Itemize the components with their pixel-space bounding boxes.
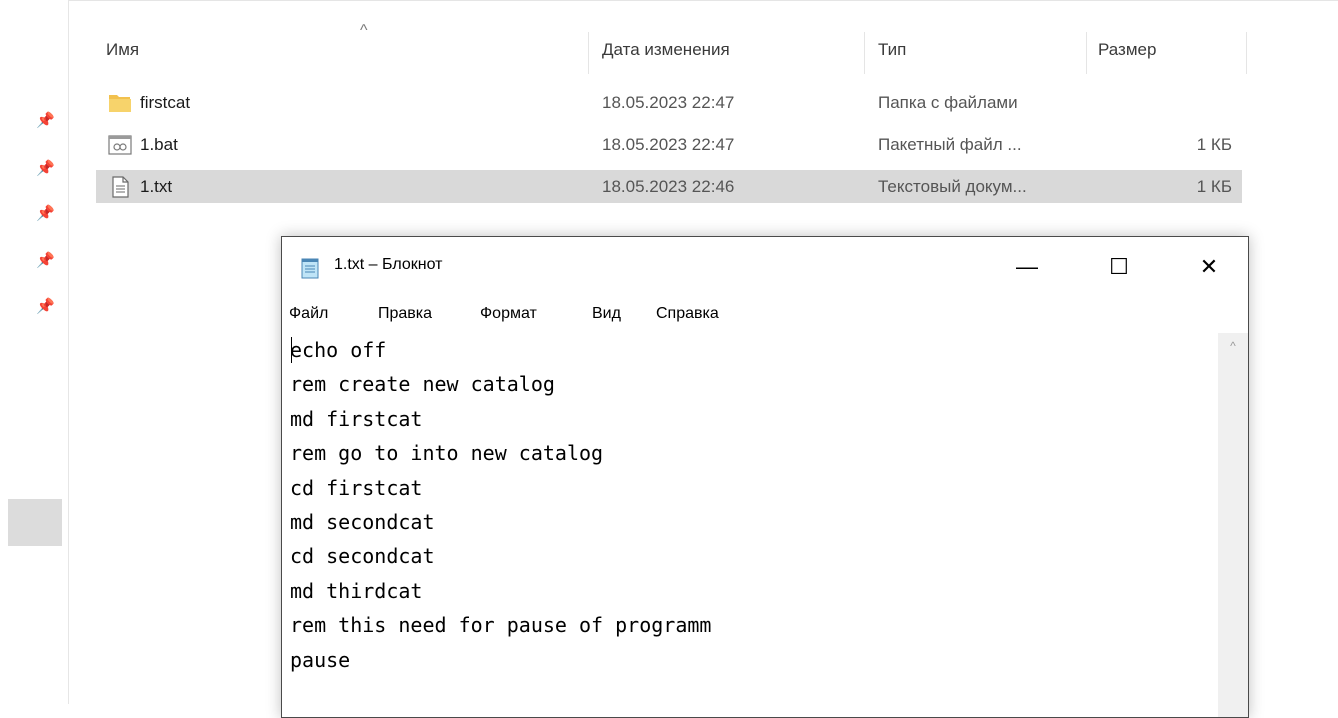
window-title: 1.txt – Блокнот — [334, 256, 443, 273]
file-size: 1 КБ — [1196, 177, 1232, 196]
text-line: cd secondcat — [290, 544, 435, 569]
pin-icon[interactable]: 📌 — [36, 161, 55, 177]
text-line: echo off — [290, 338, 387, 362]
text-editor[interactable]: echo off rem create new catalog md first… — [290, 333, 1216, 717]
top-divider — [0, 0, 1338, 11]
column-divider[interactable] — [1246, 32, 1247, 74]
file-row[interactable]: 1.txt 18.05.2023 22:46 Текстовый докум..… — [96, 170, 1242, 203]
file-name: 1.txt — [140, 177, 173, 196]
column-date[interactable]: Дата изменения — [602, 26, 730, 74]
text-file-icon — [112, 176, 129, 198]
text-caret — [291, 337, 292, 363]
column-size[interactable]: Размер — [1098, 26, 1156, 74]
file-date: 18.05.2023 22:47 — [602, 135, 735, 154]
pin-icon[interactable]: 📌 — [36, 299, 55, 315]
file-date: 18.05.2023 22:47 — [602, 93, 735, 112]
file-type: Пакетный файл ... — [878, 135, 1022, 154]
title-bar[interactable]: 1.txt – Блокнот — ☐ ✕ — [282, 237, 1248, 297]
file-row[interactable]: firstcat 18.05.2023 22:47 Папка с файлам… — [96, 86, 1242, 119]
text-line: md thirdcat — [290, 578, 423, 603]
file-row[interactable]: 1.bat 18.05.2023 22:47 Пакетный файл ...… — [96, 128, 1242, 161]
menu-edit[interactable]: Правка — [378, 299, 432, 329]
file-type: Текстовый докум... — [878, 177, 1027, 196]
menu-help[interactable]: Справка — [656, 299, 719, 329]
scroll-up-icon[interactable]: ^ — [1218, 339, 1248, 353]
menu-format[interactable]: Формат — [480, 299, 537, 329]
nav-scrollbar-thumb[interactable] — [8, 499, 62, 546]
pin-icon[interactable]: 📌 — [36, 113, 55, 129]
file-size: 1 КБ — [1196, 135, 1232, 154]
text-line: rem this need for pause of programm — [290, 613, 712, 638]
pin-icon[interactable]: 📌 — [36, 253, 55, 269]
notepad-icon — [301, 258, 319, 279]
text-line: pause — [290, 647, 351, 672]
column-type[interactable]: Тип — [878, 26, 906, 74]
batch-file-icon — [108, 135, 132, 155]
text-line: cd firstcat — [290, 475, 423, 500]
chevron-up-icon[interactable]: ^ — [360, 22, 368, 40]
menu-view[interactable]: Вид — [592, 299, 621, 329]
pin-icon[interactable]: 📌 — [36, 206, 55, 222]
file-date: 18.05.2023 22:46 — [602, 177, 735, 196]
text-line: rem go to into new catalog — [290, 441, 604, 466]
column-header: ^ Имя Дата изменения Тип Размер — [96, 22, 1247, 74]
text-line: md secondcat — [290, 509, 435, 534]
vertical-scrollbar[interactable]: ^ — [1218, 333, 1248, 717]
text-line: md firstcat — [290, 406, 423, 431]
column-divider[interactable] — [1086, 32, 1087, 74]
column-name[interactable]: Имя — [106, 26, 139, 74]
column-divider[interactable] — [864, 32, 865, 74]
maximize-button[interactable]: ☐ — [1088, 237, 1150, 297]
text-line: rem create new catalog — [290, 372, 555, 397]
minimize-button[interactable]: — — [996, 237, 1058, 297]
file-name: 1.bat — [140, 135, 178, 154]
menu-file[interactable]: Файл — [289, 299, 328, 329]
file-type: Папка с файлами — [878, 93, 1018, 112]
menu-bar: Файл Правка Формат Вид Справка — [282, 299, 1248, 329]
close-button[interactable]: ✕ — [1178, 237, 1240, 297]
column-divider[interactable] — [588, 32, 589, 74]
folder-icon — [109, 95, 131, 112]
navigation-pane: 📌 📌 📌 📌 📌 — [0, 0, 69, 704]
notepad-window[interactable]: 1.txt – Блокнот — ☐ ✕ Файл Правка Формат… — [281, 236, 1249, 718]
file-name: firstcat — [140, 93, 191, 112]
